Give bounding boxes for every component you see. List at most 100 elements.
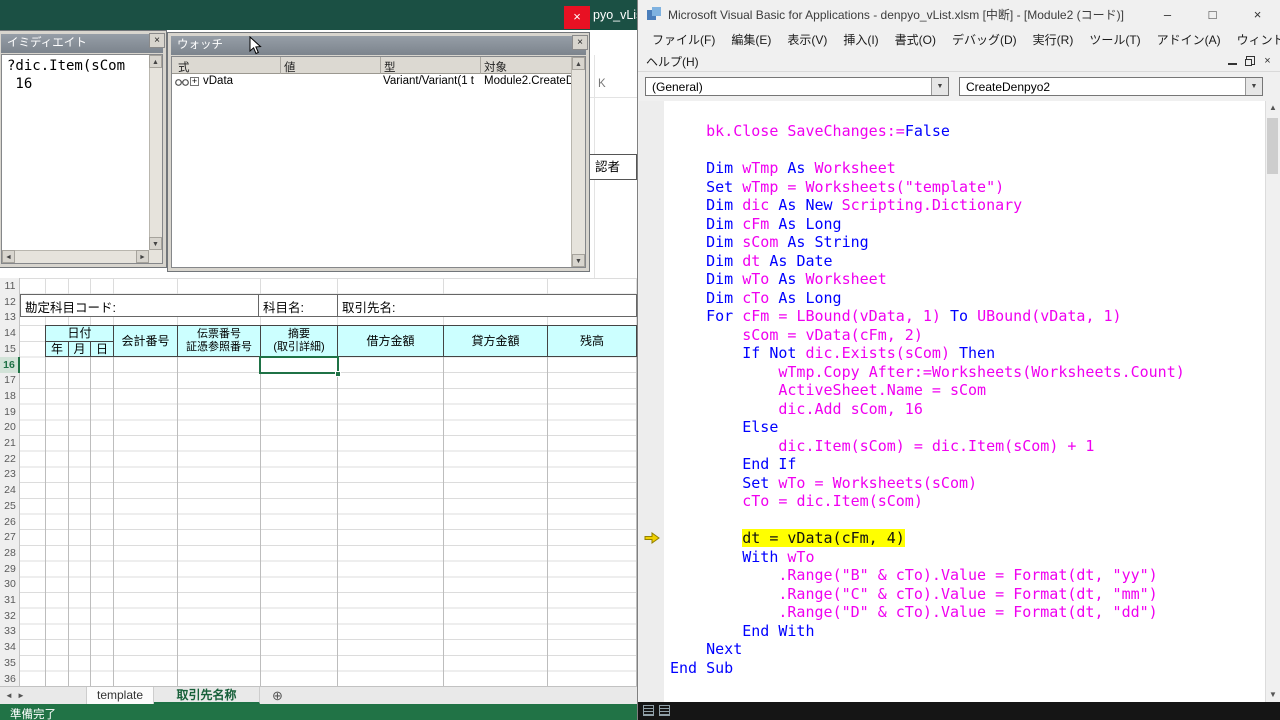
code-line[interactable]: For cFm = LBound(vData, 1) To UBound(vDa…	[670, 307, 1265, 326]
code-line[interactable]: wTmp.Copy After:=Worksheets(Worksheets.C…	[670, 363, 1265, 382]
menu-item[interactable]: 挿入(I)	[835, 31, 886, 48]
active-cell-selection[interactable]	[259, 356, 339, 374]
row-header-30[interactable]: 30	[0, 576, 20, 592]
header-balance[interactable]: 残高	[547, 325, 637, 357]
code-line[interactable]: .Range("C" & cTo).Value = Format(dt, "mm…	[670, 585, 1265, 604]
code-vscrollbar[interactable]: ▲ ▼	[1265, 101, 1279, 702]
scroll-up-icon[interactable]: ▲	[1266, 101, 1280, 115]
code-line[interactable]: Dim sCom As String	[670, 233, 1265, 252]
code-line[interactable]: End If	[670, 455, 1265, 474]
row-header-12[interactable]: 12	[0, 294, 20, 310]
label-client-name[interactable]: 取引先名:	[342, 297, 395, 316]
add-sheet-icon[interactable]: ⊕	[272, 688, 283, 704]
row-header-19[interactable]: 19	[0, 404, 20, 420]
code-line[interactable]: Dim cTo As Long	[670, 289, 1265, 308]
immediate-hscrollbar[interactable]: ◄ ►	[2, 250, 149, 263]
watch-col-expression[interactable]: 式	[178, 59, 190, 75]
watch-body[interactable]: 式 値 型 対象 + vData Variant/Variant(1 t Mod…	[171, 56, 586, 268]
scroll-down-icon[interactable]: ▼	[149, 237, 162, 250]
row-header-28[interactable]: 28	[0, 545, 20, 561]
code-line[interactable]: Dim dt As Date	[670, 252, 1265, 271]
row-header-11[interactable]: 11	[0, 278, 20, 294]
scrollbar-thumb[interactable]	[1267, 118, 1278, 174]
mdi-restore-icon[interactable]	[1245, 56, 1255, 66]
row-header-22[interactable]: 22	[0, 451, 20, 467]
code-line[interactable]: Dim wTmp As Worksheet	[670, 159, 1265, 178]
code-editor[interactable]: bk.Close SaveChanges:=False Dim wTmp As …	[664, 101, 1265, 702]
code-pane[interactable]: bk.Close SaveChanges:=False Dim wTmp As …	[639, 101, 1279, 702]
row-header-13[interactable]: 13	[0, 309, 20, 325]
code-line[interactable]: dt = vData(cFm, 4)	[670, 529, 1265, 548]
chevron-down-icon[interactable]: ▼	[931, 78, 948, 95]
menu-item[interactable]: ウィンドウ(W)	[1229, 31, 1280, 48]
scroll-left-icon[interactable]: ◄	[2, 250, 15, 263]
code-line[interactable]: Set wTo = Worksheets(sCom)	[670, 474, 1265, 493]
code-line[interactable]: Dim wTo As Worksheet	[670, 270, 1265, 289]
full-module-view-icon[interactable]	[659, 705, 670, 716]
column-divider[interactable]	[280, 57, 281, 74]
code-line[interactable]: Next	[670, 640, 1265, 659]
close-icon[interactable]: ×	[564, 6, 590, 29]
code-line[interactable]: Else	[670, 418, 1265, 437]
approver-cell-fragment[interactable]: 認者	[588, 154, 637, 180]
code-line[interactable]: End Sub	[670, 659, 1265, 678]
menu-item[interactable]: ヘルプ(H)	[638, 53, 707, 70]
procedure-view-icon[interactable]	[643, 705, 654, 716]
watch-col-context[interactable]: 対象	[484, 59, 507, 75]
code-line[interactable]: Dim cFm As Long	[670, 215, 1265, 234]
row-header-27[interactable]: 27	[0, 529, 20, 545]
code-line[interactable]: Set wTmp = Worksheets("template")	[670, 178, 1265, 197]
close-icon[interactable]: ×	[572, 35, 588, 50]
minimize-icon[interactable]: –	[1145, 7, 1190, 22]
immediate-titlebar[interactable]: イミディエイト	[1, 34, 163, 53]
code-line[interactable]: .Range("D" & cTo).Value = Format(dt, "dd…	[670, 603, 1265, 622]
row-header-21[interactable]: 21	[0, 435, 20, 451]
code-line[interactable]	[670, 511, 1265, 530]
header-month[interactable]: 月	[68, 341, 91, 357]
row-header-18[interactable]: 18	[0, 388, 20, 404]
row-header-14[interactable]: 14	[0, 325, 20, 341]
row-header-25[interactable]: 25	[0, 498, 20, 514]
close-icon[interactable]: ×	[1235, 7, 1280, 22]
row-header-32[interactable]: 32	[0, 608, 20, 624]
menu-item[interactable]: 編集(E)	[723, 31, 779, 48]
immediate-line[interactable]: 16	[7, 75, 146, 93]
code-line[interactable]: End With	[670, 622, 1265, 641]
menu-item[interactable]: アドイン(A)	[1149, 31, 1229, 48]
menu-item[interactable]: デバッグ(D)	[944, 31, 1025, 48]
header-debit[interactable]: 借方金額	[337, 325, 444, 357]
row-header-24[interactable]: 24	[0, 482, 20, 498]
menu-item[interactable]: ツール(T)	[1081, 31, 1148, 48]
label-subject-name[interactable]: 科目名:	[263, 297, 304, 316]
watch-row[interactable]: + vData Variant/Variant(1 t Module2.Crea…	[172, 74, 571, 90]
scroll-up-icon[interactable]: ▲	[572, 57, 585, 70]
tab-scroll-right-icon[interactable]: ►	[17, 691, 25, 700]
maximize-icon[interactable]: □	[1190, 7, 1235, 22]
header-credit[interactable]: 貸方金額	[443, 325, 548, 357]
immediate-line[interactable]: ?dic.Item(sCom	[7, 57, 146, 75]
row-header-36[interactable]: 36	[0, 671, 20, 687]
header-account-no[interactable]: 会計番号	[113, 325, 178, 357]
scroll-down-icon[interactable]: ▼	[572, 254, 585, 267]
row-header-15[interactable]: 15	[0, 341, 20, 357]
row-header-29[interactable]: 29	[0, 561, 20, 577]
fill-handle[interactable]	[335, 371, 341, 377]
code-line[interactable]: ActiveSheet.Name = sCom	[670, 381, 1265, 400]
code-line[interactable]: cTo = dic.Item(sCom)	[670, 492, 1265, 511]
close-icon[interactable]: ×	[149, 33, 165, 48]
menu-item[interactable]: 書式(O)	[887, 31, 944, 48]
code-line[interactable]: dic.Add sCom, 16	[670, 400, 1265, 419]
expand-icon[interactable]: +	[190, 77, 199, 86]
mdi-close-icon[interactable]: ×	[1257, 53, 1278, 69]
watch-titlebar[interactable]: ウォッチ	[171, 36, 586, 55]
row-header-33[interactable]: 33	[0, 623, 20, 639]
watch-col-type[interactable]: 型	[384, 59, 396, 75]
code-line[interactable]: dic.Item(sCom) = dic.Item(sCom) + 1	[670, 437, 1265, 456]
code-line[interactable]: bk.Close SaveChanges:=False	[670, 122, 1265, 141]
tab-scroll-left-icon[interactable]: ◄	[5, 691, 13, 700]
chevron-down-icon[interactable]: ▼	[1245, 78, 1262, 95]
scroll-up-icon[interactable]: ▲	[149, 55, 162, 68]
code-line[interactable]: With wTo	[670, 548, 1265, 567]
column-divider[interactable]	[480, 57, 481, 74]
scroll-down-icon[interactable]: ▼	[1266, 688, 1280, 702]
